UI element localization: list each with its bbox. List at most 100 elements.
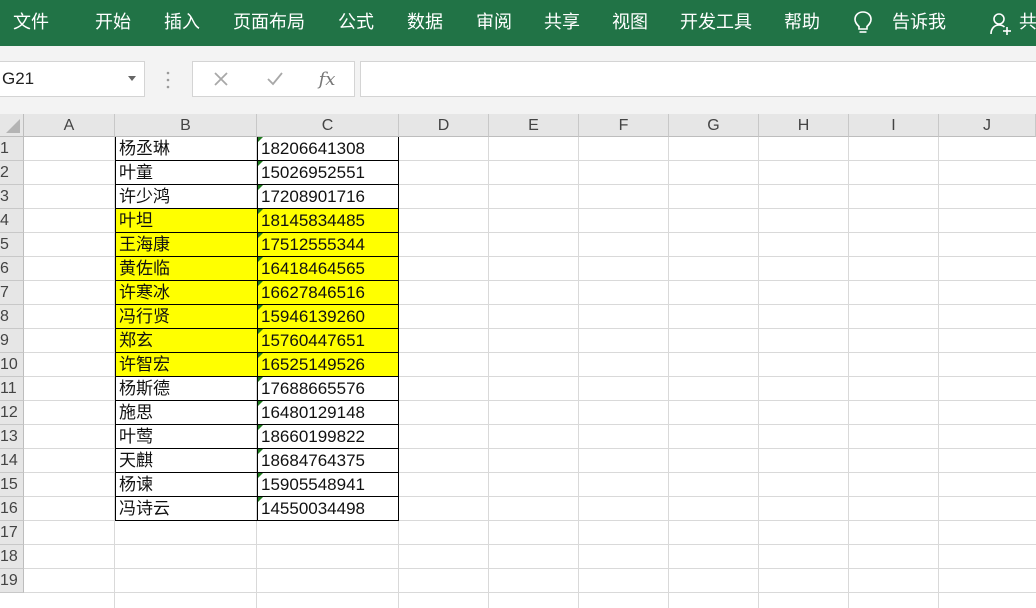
cell-phone-text: 15946139260 xyxy=(261,307,366,326)
row-header-17[interactable]: 17 xyxy=(0,521,24,545)
row-header-12[interactable]: 12 xyxy=(0,401,24,425)
tab-home[interactable]: 开始 xyxy=(95,0,131,46)
close-icon xyxy=(214,72,228,86)
row-header-8[interactable]: 8 xyxy=(0,305,24,329)
row-header-19[interactable]: 19 xyxy=(0,569,24,593)
column-header-c[interactable]: C xyxy=(257,114,399,137)
row-header-10[interactable]: 10 xyxy=(0,353,24,377)
row-header-11[interactable]: 11 xyxy=(0,377,24,401)
cell-name[interactable]: 杨斯德 xyxy=(115,377,257,401)
tab-help[interactable]: 帮助 xyxy=(784,0,820,46)
cell-name[interactable]: 郑玄 xyxy=(115,329,257,353)
worksheet-grid[interactable]: A B C D E F G H I J 1 2 3 4 5 6 7 8 9 10 11 12 13 14 1… xyxy=(0,114,1036,608)
table-border-horizontal xyxy=(115,328,399,329)
column-header-f[interactable]: F xyxy=(579,114,669,137)
cell-name[interactable]: 杨丞琳 xyxy=(115,137,257,161)
cell-phone[interactable]: 16480129148 xyxy=(257,401,399,425)
tell-me-search[interactable]: 告诉我 xyxy=(892,0,946,46)
cell-phone[interactable]: 15946139260 xyxy=(257,305,399,329)
cell-name[interactable]: 许寒冰 xyxy=(115,281,257,305)
column-header-j[interactable]: J xyxy=(939,114,1036,137)
insert-function-button[interactable]: fx xyxy=(307,62,347,96)
column-header-b[interactable]: B xyxy=(115,114,257,137)
enter-button[interactable] xyxy=(255,62,295,96)
row-header-7[interactable]: 7 xyxy=(0,281,24,305)
cell-phone[interactable]: 17688665576 xyxy=(257,377,399,401)
tab-data[interactable]: 数据 xyxy=(407,0,443,46)
row-header-6[interactable]: 6 xyxy=(0,257,24,281)
tab-formulas[interactable]: 公式 xyxy=(338,0,374,46)
cell-name[interactable]: 天麒 xyxy=(115,449,257,473)
cell-phone-text: 18660199822 xyxy=(261,427,366,446)
cell-phone[interactable]: 17512555344 xyxy=(257,233,399,257)
row-header-13[interactable]: 13 xyxy=(0,425,24,449)
cell-phone[interactable]: 15760447651 xyxy=(257,329,399,353)
column-header-g[interactable]: G xyxy=(669,114,759,137)
row-header-3[interactable]: 3 xyxy=(0,185,24,209)
tab-view[interactable]: 视图 xyxy=(612,0,648,46)
cancel-button[interactable] xyxy=(201,62,241,96)
cell-phone[interactable]: 18145834485 xyxy=(257,209,399,233)
cell-phone[interactable]: 15026952551 xyxy=(257,161,399,185)
cell-name[interactable]: 杨谏 xyxy=(115,473,257,497)
cell-name[interactable]: 冯诗云 xyxy=(115,497,257,521)
row-header-16[interactable]: 16 xyxy=(0,497,24,521)
cell-phone[interactable]: 16627846516 xyxy=(257,281,399,305)
column-header-a[interactable]: A xyxy=(24,114,115,137)
formula-input[interactable] xyxy=(360,61,1036,97)
cell-phone-text: 16627846516 xyxy=(261,283,366,302)
cell-phone-text: 14550034498 xyxy=(261,499,366,518)
share-person-icon[interactable] xyxy=(990,12,1014,36)
column-header-h[interactable]: H xyxy=(759,114,849,137)
formula-bar-area: G21 fx xyxy=(0,46,1036,114)
table-border-horizontal xyxy=(115,280,399,281)
column-header-e[interactable]: E xyxy=(489,114,579,137)
row-header-1[interactable]: 1 xyxy=(0,137,24,161)
cell-name[interactable]: 许少鸿 xyxy=(115,185,257,209)
row-header-18[interactable]: 18 xyxy=(0,545,24,569)
select-all-button[interactable] xyxy=(0,114,24,137)
cell-name[interactable]: 黄佐临 xyxy=(115,257,257,281)
cell-phone-text: 16525149526 xyxy=(261,355,366,374)
gridline-horizontal xyxy=(24,544,1036,545)
cell-phone[interactable]: 18206641308 xyxy=(257,137,399,161)
cell-phone[interactable]: 18660199822 xyxy=(257,425,399,449)
name-box[interactable]: G21 xyxy=(0,61,145,97)
tab-file[interactable]: 文件 xyxy=(13,0,49,46)
tab-page-layout[interactable]: 页面布局 xyxy=(233,0,305,46)
cell-phone[interactable]: 14550034498 xyxy=(257,497,399,521)
table-border-horizontal xyxy=(115,376,399,377)
tab-review[interactable]: 审阅 xyxy=(476,0,512,46)
row-header-15[interactable]: 15 xyxy=(0,473,24,497)
cell-name[interactable]: 许智宏 xyxy=(115,353,257,377)
check-icon xyxy=(267,72,283,86)
tab-developer[interactable]: 开发工具 xyxy=(680,0,752,46)
cell-name[interactable]: 王海康 xyxy=(115,233,257,257)
row-header-5[interactable]: 5 xyxy=(0,233,24,257)
row-header-14[interactable]: 14 xyxy=(0,449,24,473)
row-header-4[interactable]: 4 xyxy=(0,209,24,233)
cell-phone-text: 18206641308 xyxy=(261,139,366,158)
cell-phone[interactable]: 15905548941 xyxy=(257,473,399,497)
cell-phone[interactable]: 18684764375 xyxy=(257,449,399,473)
cell-phone[interactable]: 16418464565 xyxy=(257,257,399,281)
row-header-9[interactable]: 9 xyxy=(0,329,24,353)
cell-name[interactable]: 冯行贤 xyxy=(115,305,257,329)
drag-handle-icon[interactable] xyxy=(164,70,172,90)
table-border-horizontal xyxy=(115,448,399,449)
cell-phone[interactable]: 16525149526 xyxy=(257,353,399,377)
cell-name[interactable]: 叶童 xyxy=(115,161,257,185)
table-border-horizontal xyxy=(115,352,399,353)
cell-name[interactable]: 施思 xyxy=(115,401,257,425)
column-header-i[interactable]: I xyxy=(849,114,939,137)
cell-phone-text: 18145834485 xyxy=(261,211,366,230)
chevron-down-icon[interactable] xyxy=(128,76,136,81)
cell-phone[interactable]: 17208901716 xyxy=(257,185,399,209)
share-button[interactable]: 共 xyxy=(1019,0,1036,46)
tab-share[interactable]: 共享 xyxy=(544,0,580,46)
tab-insert[interactable]: 插入 xyxy=(164,0,200,46)
row-header-2[interactable]: 2 xyxy=(0,161,24,185)
column-header-d[interactable]: D xyxy=(399,114,489,137)
cell-name[interactable]: 叶莺 xyxy=(115,425,257,449)
cell-name[interactable]: 叶坦 xyxy=(115,209,257,233)
